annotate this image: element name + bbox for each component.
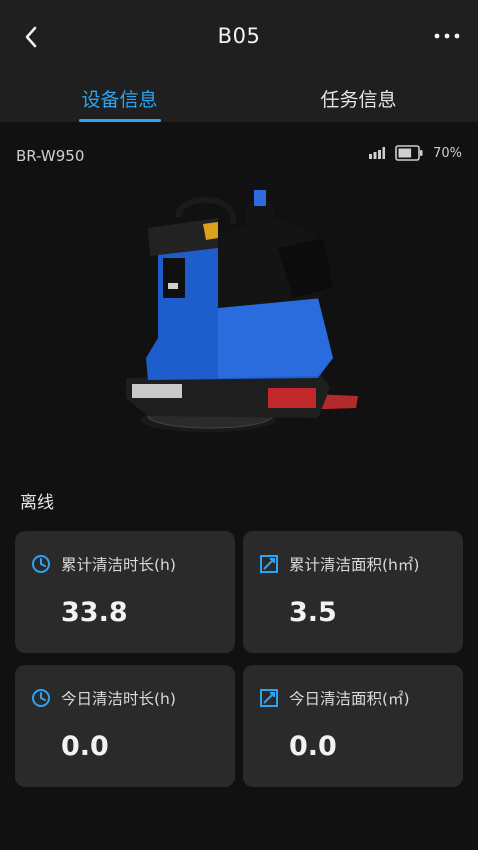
battery-icon	[395, 145, 423, 161]
stat-label: 累计清洁时长(h)	[61, 556, 176, 574]
signal-bars-icon	[369, 147, 386, 159]
stat-label: 今日清洁面积(㎡)	[289, 690, 410, 708]
clock-icon	[32, 689, 50, 707]
stat-value: 0.0	[289, 731, 337, 762]
robot-image	[126, 190, 358, 432]
stat-value: 33.8	[61, 597, 128, 628]
more-button[interactable]	[430, 22, 464, 50]
tab-task-info[interactable]: 任务信息	[239, 80, 478, 122]
more-horizontal-icon	[434, 33, 460, 39]
page-title: B05	[217, 24, 261, 48]
stat-value: 3.5	[289, 597, 337, 628]
active-tab-indicator	[79, 119, 161, 122]
device-model: BR-W950	[16, 147, 85, 165]
stat-label: 累计清洁面积(h㎡)	[289, 556, 420, 574]
stat-card-total-area: 累计清洁面积(h㎡) 3.5	[243, 531, 463, 653]
clock-icon	[32, 555, 50, 573]
device-status: 离线	[20, 493, 54, 513]
tab-bar: 设备信息 任务信息	[0, 80, 478, 122]
stat-card-today-time: 今日清洁时长(h) 0.0	[15, 665, 235, 787]
stat-value: 0.0	[61, 731, 109, 762]
top-bar: B05 设备信息 任务信息	[0, 0, 478, 122]
stat-card-total-time: 累计清洁时长(h) 33.8	[15, 531, 235, 653]
battery-percentage: 70%	[433, 145, 462, 161]
area-icon	[260, 555, 278, 573]
tab-device-info[interactable]: 设备信息	[0, 80, 239, 122]
device-status-icons: 70%	[369, 145, 462, 161]
stat-card-today-area: 今日清洁面积(㎡) 0.0	[243, 665, 463, 787]
stat-label: 今日清洁时长(h)	[61, 690, 176, 708]
area-icon	[260, 689, 278, 707]
